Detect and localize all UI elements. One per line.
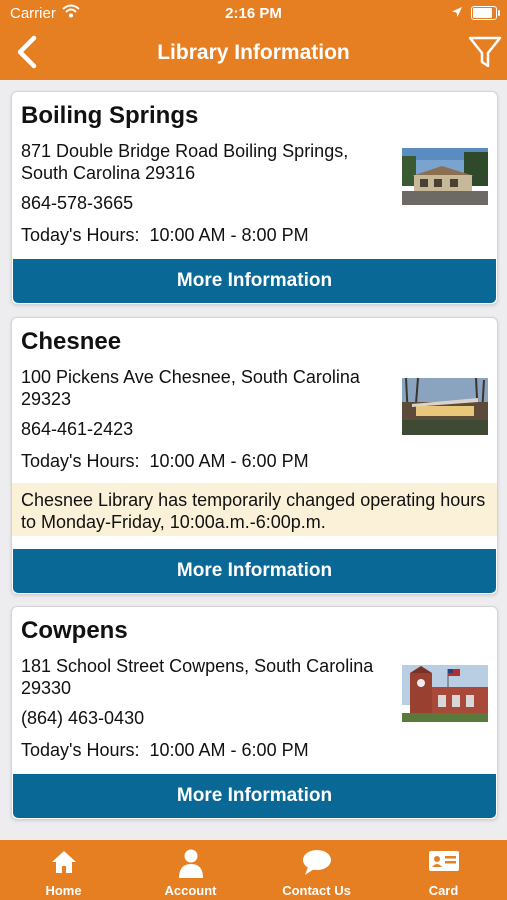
page-title: Library Information bbox=[157, 41, 350, 64]
library-address: 100 Pickens Ave Chesnee, South Carolina … bbox=[21, 367, 360, 409]
hours-label: Today's Hours: bbox=[21, 451, 140, 471]
library-photo bbox=[402, 378, 488, 435]
library-phone[interactable]: 864-578-3665 bbox=[21, 193, 133, 214]
tab-label: Card bbox=[428, 883, 459, 898]
status-bar: Carrier 2:16 PM bbox=[0, 0, 507, 28]
more-information-button[interactable]: More Information bbox=[13, 549, 496, 593]
library-card: Chesnee 100 Pickens Ave Chesnee, South C… bbox=[11, 317, 498, 595]
library-name: Chesnee bbox=[21, 328, 122, 355]
tab-label: Contact Us bbox=[282, 883, 351, 898]
hours-label: Today's Hours: bbox=[21, 225, 140, 245]
hours-value: 10:00 AM - 6:00 PM bbox=[149, 451, 309, 471]
library-hours: Today's Hours: 10:00 AM - 6:00 PM bbox=[21, 451, 309, 472]
hours-notice: Chesnee Library has temporarily changed … bbox=[12, 483, 497, 536]
app-header: Carrier 2:16 PM Library Information bbox=[0, 0, 507, 80]
library-hours: Today's Hours: 10:00 AM - 8:00 PM bbox=[21, 225, 309, 246]
tab-home[interactable]: Home bbox=[0, 840, 127, 900]
filter-icon[interactable] bbox=[467, 34, 503, 70]
tab-card[interactable]: Card bbox=[380, 840, 507, 900]
status-time: 2:16 PM bbox=[225, 5, 282, 22]
library-address: 871 Double Bridge Road Boiling Springs, … bbox=[21, 141, 349, 183]
more-information-button[interactable]: More Information bbox=[13, 259, 496, 303]
library-name: Cowpens bbox=[21, 617, 128, 644]
library-hours: Today's Hours: 10:00 AM - 6:00 PM bbox=[21, 740, 309, 761]
library-phone[interactable]: (864) 463-0430 bbox=[21, 708, 144, 729]
more-information-button[interactable]: More Information bbox=[13, 774, 496, 818]
card-icon bbox=[428, 851, 459, 871]
library-photo bbox=[402, 665, 488, 722]
battery-icon bbox=[471, 6, 500, 20]
tab-account[interactable]: Account bbox=[127, 840, 254, 900]
library-phone[interactable]: 864-461-2423 bbox=[21, 419, 133, 440]
home-icon bbox=[51, 851, 76, 873]
library-name: Boiling Springs bbox=[21, 102, 199, 129]
tab-label: Home bbox=[45, 883, 82, 898]
location-arrow-icon bbox=[452, 7, 462, 17]
account-icon bbox=[178, 849, 203, 878]
hours-value: 10:00 AM - 6:00 PM bbox=[149, 740, 309, 760]
library-card: Cowpens 181 School Street Cowpens, South… bbox=[11, 606, 498, 820]
library-card: Boiling Springs 871 Double Bridge Road B… bbox=[11, 91, 498, 305]
tab-label: Account bbox=[164, 883, 217, 898]
hours-value: 10:00 AM - 8:00 PM bbox=[149, 225, 309, 245]
tab-contact-us[interactable]: Contact Us bbox=[253, 840, 380, 900]
tab-bar: Home Account Contact Us Card bbox=[0, 840, 507, 900]
hours-label: Today's Hours: bbox=[21, 740, 140, 760]
library-list[interactable]: Boiling Springs 871 Double Bridge Road B… bbox=[0, 80, 507, 840]
library-photo bbox=[402, 148, 488, 205]
library-address: 181 School Street Cowpens, South Carolin… bbox=[21, 656, 374, 698]
chat-icon bbox=[302, 850, 331, 875]
